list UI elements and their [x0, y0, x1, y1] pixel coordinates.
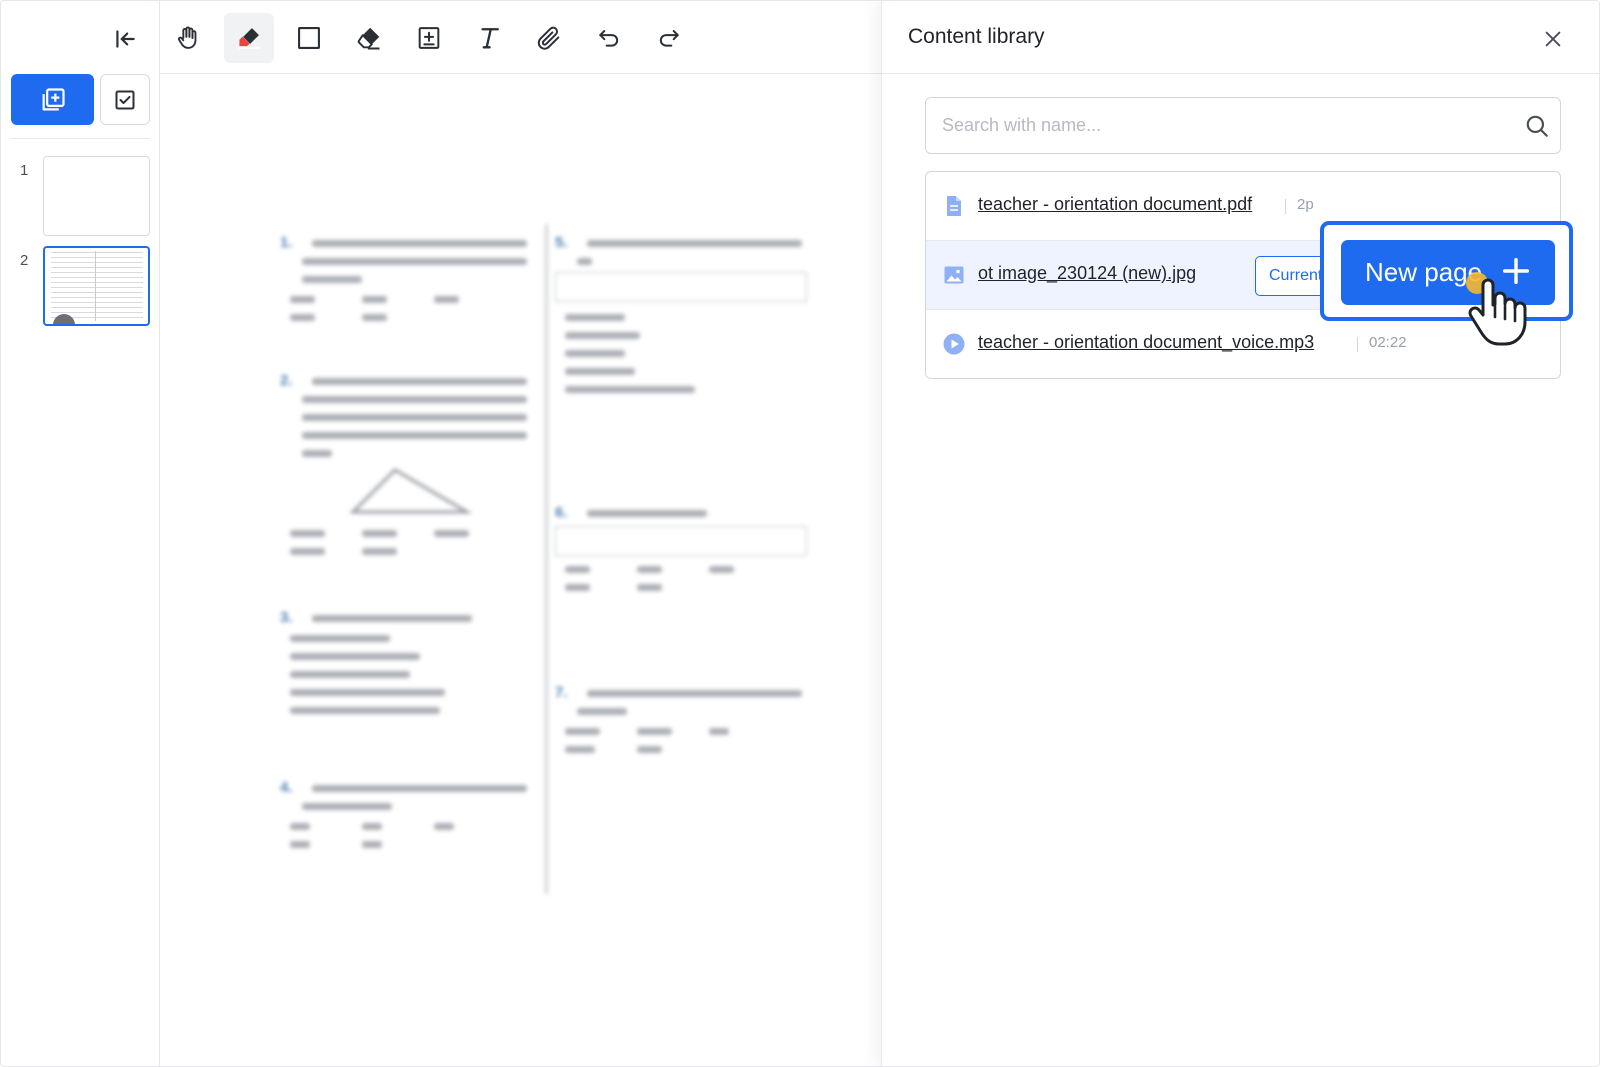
search-icon[interactable]: [1524, 113, 1550, 139]
select-pages-button[interactable]: [100, 74, 150, 125]
collapse-left-icon: [116, 30, 135, 48]
paperclip-icon: [537, 26, 560, 50]
collapse-sidebar-button[interactable]: [109, 23, 141, 55]
question-number: 7.: [555, 684, 568, 701]
item-separator: [1357, 337, 1358, 352]
drawing-toolbar: [160, 1, 881, 74]
add-pages-icon: [42, 87, 65, 110]
page-sidebar: 1 2: [1, 1, 160, 1066]
text-tool[interactable]: [464, 13, 514, 63]
page-number: 2: [20, 252, 29, 269]
question-block: 1.: [280, 234, 535, 334]
question-block: 2.: [280, 372, 535, 562]
play-icon: [943, 333, 965, 355]
page-number: 1: [20, 162, 29, 179]
text-icon: [481, 28, 499, 49]
eraser-tool[interactable]: [344, 13, 394, 63]
hand-icon: [178, 26, 197, 49]
undo-icon: [599, 30, 619, 47]
plus-icon: [1502, 257, 1530, 285]
item-name[interactable]: teacher - orientation document_voice.mp3: [978, 332, 1314, 353]
shape-tool[interactable]: [284, 13, 334, 63]
page-thumbnail-row[interactable]: 1: [1, 156, 160, 236]
question-block: 6.: [555, 504, 810, 614]
question-block: 7.: [555, 684, 810, 774]
redo-icon: [659, 30, 679, 47]
eraser-icon: [357, 27, 380, 50]
insert-box-tool[interactable]: [404, 13, 454, 63]
square-icon: [298, 27, 320, 49]
item-page-count: 2p: [1297, 196, 1314, 213]
new-page-button[interactable]: New page: [1341, 240, 1555, 305]
question-number: 6.: [555, 504, 568, 521]
add-page-button[interactable]: [11, 74, 94, 125]
page-thumbnail-row[interactable]: 2: [1, 246, 160, 326]
question-number: 4.: [280, 779, 293, 796]
page-thumbnail-1[interactable]: [43, 156, 150, 236]
question-number: 2.: [280, 372, 293, 389]
checkbox-icon: [115, 90, 135, 109]
redo-tool[interactable]: [644, 13, 694, 63]
pen-icon: [238, 28, 260, 49]
undo-tool[interactable]: [584, 13, 634, 63]
thumbnail-preview: [51, 252, 143, 320]
worksheet-column-divider: [545, 224, 548, 894]
document-icon: [947, 196, 961, 216]
panel-header: Content library: [882, 1, 1599, 74]
app-window: 1 2 1. 2. 3. 4. 5. 6. 7. Content library…: [0, 0, 1600, 1067]
close-icon: [1545, 31, 1561, 47]
add-box-icon: [418, 27, 440, 49]
item-name[interactable]: ot image_230124 (new).jpg: [978, 263, 1196, 284]
question-number: 3.: [280, 609, 293, 626]
hand-tool[interactable]: [163, 13, 213, 63]
question-number: 5.: [555, 234, 568, 251]
attach-tool[interactable]: [524, 13, 574, 63]
page-thumbnail-2[interactable]: [43, 246, 150, 326]
search-box: [925, 97, 1561, 154]
search-input[interactable]: [942, 98, 1502, 153]
item-name[interactable]: teacher - orientation document.pdf: [978, 194, 1252, 215]
sidebar-divider: [11, 138, 150, 139]
new-page-label: New page: [1365, 257, 1483, 287]
current-page-label: Current: [1269, 267, 1323, 284]
document-canvas[interactable]: 1. 2. 3. 4. 5. 6. 7.: [160, 74, 881, 1066]
panel-title: Content library: [908, 25, 1045, 48]
question-block: 4.: [280, 779, 535, 859]
close-panel-button[interactable]: [1538, 24, 1568, 54]
worksheet-document: 1. 2. 3. 4. 5. 6. 7.: [280, 224, 810, 894]
pen-tool[interactable]: [224, 13, 274, 63]
question-number: 1.: [280, 234, 293, 251]
content-library-panel: Content library teacher - orientation do…: [881, 1, 1599, 1066]
thumbnail-column-divider: [95, 251, 96, 321]
item-duration: 02:22: [1369, 334, 1407, 351]
image-icon: [944, 266, 964, 284]
question-block: 3.: [280, 609, 535, 719]
item-separator: [1285, 199, 1286, 214]
question-block: 5.: [555, 234, 810, 394]
